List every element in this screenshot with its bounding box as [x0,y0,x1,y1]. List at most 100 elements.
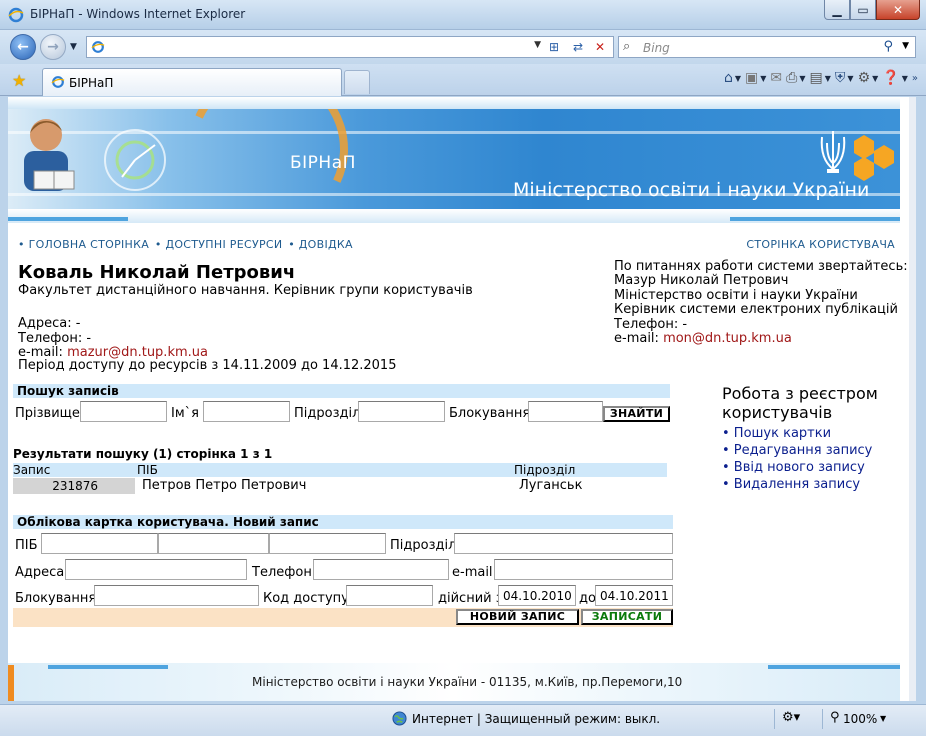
zoom-icon[interactable]: ⚲ [830,710,840,725]
nav-help-link[interactable]: • ДОВІДКА [288,238,353,251]
firstname-field[interactable] [158,533,269,554]
favorites-star-icon[interactable]: ★ [12,71,26,90]
results-title: Результати пошуку (1) сторінка 1 з 1 [13,447,273,461]
save-button[interactable]: ЗАПИСАТИ [581,609,673,625]
block-input[interactable] [528,401,603,422]
help-menu-button[interactable]: ❓ ▼ [882,70,908,86]
tools-menu-button[interactable]: ⚙ ▼ [858,70,879,86]
user-name: Коваль Николай Петрович [18,262,296,283]
gear-clock-decoration [104,129,166,191]
page-menu-button[interactable]: ▤ ▼ [810,70,831,86]
contacts-line: Міністерство освіти і науки України [614,287,858,303]
chevron-more-icon[interactable]: » [912,70,918,86]
ie-page-icon [51,76,65,88]
decor-line [730,217,900,221]
forward-button[interactable]: → [40,34,66,60]
vertical-scrollbar[interactable] [909,97,916,701]
rss-icon: ▣ [745,70,759,86]
card-unit-field[interactable] [454,533,673,554]
new-record-button[interactable]: НОВИЙ ЗАПИС [456,609,579,625]
contacts-line: Мазур Николай Петрович [614,273,789,289]
zoom-level[interactable]: 100% [843,712,877,726]
recent-pages-dropdown[interactable]: ▼ [70,42,77,52]
search-provider-icon: ⌕ [623,39,631,54]
home-button[interactable]: ⌂ ▼ [724,70,741,86]
registry-panel-title: користувачів [722,403,833,422]
help-icon: ❓ [882,70,900,86]
tab-active[interactable]: БІРНаП [42,68,342,96]
zoom-dropdown[interactable]: ▼ [880,714,886,723]
col-header-unit: Підрозділ [514,463,576,477]
firstname-input[interactable] [203,401,290,422]
window-titlebar[interactable]: БІРНаП - Windows Internet Explorer ▁ ▭ ✕ [0,0,926,30]
row-unit: Луганськ [519,478,583,493]
search-box[interactable]: ⌕ Bing ⚲ ▼ [618,36,916,58]
contacts-email-label: e-mail: [614,331,664,347]
safety-menu-button[interactable]: ⛨ ▼ [835,70,854,86]
card-email-label: e-mail [452,565,493,580]
tab-label: БІРНаП [69,76,114,90]
compatibility-view-icon[interactable]: ⊞ [545,39,563,55]
refresh-icon[interactable]: ⇄ [569,39,587,55]
minimize-button[interactable]: ▁ [824,0,850,20]
popup-blocker-icon[interactable]: ⚙▾ [782,710,800,725]
back-button[interactable]: ← [10,34,36,60]
search-card-link[interactable]: • Пошук картки [722,425,878,442]
search-placeholder: Bing [643,41,670,55]
edit-record-link[interactable]: • Редагування запису [722,442,878,459]
decor-line [768,665,900,669]
new-tab-button[interactable] [344,70,370,94]
search-options-dropdown[interactable]: ▼ [902,41,909,51]
row-record-id: 231876 [13,478,135,494]
stop-icon[interactable]: ✕ [591,39,609,55]
window-title: БІРНаП - Windows Internet Explorer [30,7,246,21]
card-email-field[interactable] [494,559,673,580]
patronymic-field[interactable] [269,533,386,554]
valid-from-label: дійсний з [438,591,503,606]
card-address-field[interactable] [65,559,247,580]
col-header-name: ПІБ [137,463,158,477]
mail-button[interactable]: ✉ [770,70,782,86]
page-icon: ▤ [809,70,823,86]
access-code-label: Код доступу [263,591,349,606]
feeds-button[interactable]: ▣ ▼ [745,70,766,86]
access-code-field[interactable] [346,585,433,606]
nav-resources-link[interactable]: • ДОСТУПНІ РЕСУРСИ [155,238,283,251]
decor-line [48,665,168,669]
search-icon[interactable]: ⚲ [883,39,893,54]
card-block-field[interactable] [94,585,259,606]
unit-input[interactable] [358,401,445,422]
arrow-right-icon: → [47,39,59,55]
decor-line [8,217,128,221]
registry-panel-title: Робота з реєстром [722,384,878,403]
contacts-email-row: e-mail: mon@dn.tup.km.ua [614,331,908,347]
maximize-button[interactable]: ▭ [850,0,876,20]
valid-to-label: до [579,591,596,606]
close-button[interactable]: ✕ [876,0,920,20]
nav-user-page-link[interactable]: СТОРІНКА КОРИСТУВАЧА [746,238,895,251]
card-block-label: Блокування [15,591,97,606]
card-phone-field[interactable] [313,559,449,580]
table-row[interactable]: 231876 Петров Петро Петрович Луганськ [13,478,667,495]
nav-home-link[interactable]: • ГОЛОВНА СТОРІНКА [18,238,149,251]
printer-icon: ⎙ [786,70,798,86]
surname-field[interactable] [41,533,158,554]
unit-label: Підрозділ [294,406,361,421]
contacts-line: Керівник системи електроних публікацій [614,302,898,318]
results-header: Запис ПІБ Підрозділ [13,463,667,477]
block-label: Блокування [449,406,531,421]
print-button[interactable]: ⎙ ▼ [786,70,805,86]
site-brand: БІРНаП [290,153,356,173]
status-separator [774,709,775,729]
address-dropdown[interactable]: ▼ [534,40,541,50]
delete-record-link[interactable]: • Видалення запису [722,476,878,493]
valid-to-field[interactable] [595,585,673,606]
contacts-email-link[interactable]: mon@dn.tup.km.ua [663,331,792,346]
card-phone-label: Телефон [252,565,312,580]
valid-from-field[interactable] [498,585,576,606]
hexagon-logo-icon [854,135,894,181]
address-bar[interactable]: ▼ ⊞ ⇄ ✕ [86,36,614,58]
find-button[interactable]: ЗНАЙТИ [603,406,670,422]
surname-input[interactable] [80,401,167,422]
new-record-link[interactable]: • Ввід нового запису [722,459,878,476]
